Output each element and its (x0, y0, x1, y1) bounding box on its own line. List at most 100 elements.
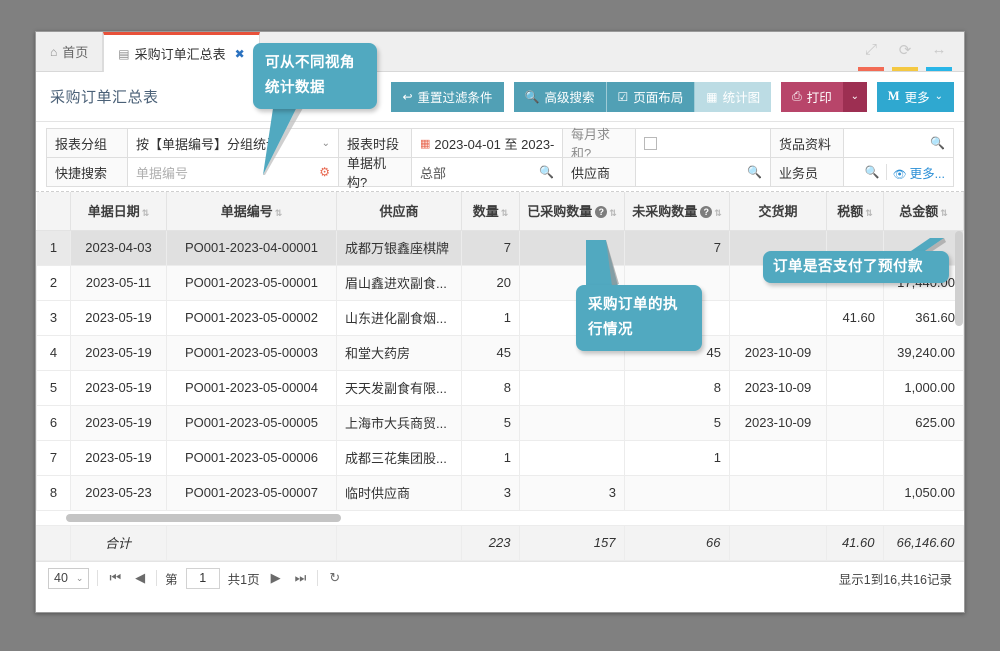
total-tax: 41.60 (826, 525, 883, 560)
table-row[interactable]: 5 2023-05-19 PO001-2023-05-00004 天天发副食有限… (37, 370, 966, 405)
tab-purchase-order-summary[interactable]: ▤ 采购订单汇总表 ✖ (103, 32, 259, 72)
col-unpurchased[interactable]: 未采购数量?⇅ (625, 192, 730, 230)
cell-prepaid (964, 370, 966, 405)
col-delivery[interactable]: 交货期 (730, 192, 827, 230)
cell-tax: 41.60 (827, 300, 884, 335)
search-icon[interactable]: 🔍 (865, 165, 880, 179)
toolbar: ↩ 重置过滤条件 🔍 高级搜索 ☑ 页面布局 ▦ 统计图 ⎙ 打印 (391, 82, 954, 112)
page-layout-button[interactable]: ☑ 页面布局 (607, 82, 696, 112)
cell-date: 2023-04-03 (71, 230, 167, 265)
col-no-label: 单据编号 (221, 204, 273, 219)
refresh-button[interactable]: ⟳ (888, 32, 922, 71)
cell-unpurchased: 8 (625, 370, 730, 405)
sort-icon[interactable]: ⇅ (714, 208, 722, 218)
sort-icon[interactable]: ⇅ (501, 208, 509, 218)
search-icon[interactable]: 🔍 (747, 165, 762, 179)
more-button[interactable]: M 更多 ⌄ (877, 82, 954, 112)
vertical-scrollbar[interactable] (955, 231, 963, 509)
refresh-page-button[interactable]: ↻ (326, 570, 343, 586)
page-size-value: 40 (54, 571, 68, 585)
total-label: 合计 (70, 525, 166, 560)
last-page-button[interactable]: ⏭ (292, 570, 310, 586)
sort-icon[interactable]: ⇅ (609, 208, 617, 218)
doc-org-input[interactable]: 总部 🔍 (411, 157, 563, 187)
cell-prepaid (964, 230, 966, 265)
expand-icon: ⤢ (865, 32, 877, 67)
next-page-button[interactable]: ▶ (268, 570, 284, 586)
cell-unpurchased: 5 (625, 405, 730, 440)
col-purchased[interactable]: 已采购数量?⇅ (520, 192, 625, 230)
print-button[interactable]: ⎙ 打印 (781, 82, 843, 112)
goods-input[interactable]: 🔍 (843, 128, 954, 158)
cell-prepaid (964, 405, 966, 440)
cell-no: PO001-2023-05-00005 (167, 405, 337, 440)
horizontal-scrollbar-thumb[interactable] (66, 514, 341, 522)
cell-no: PO001-2023-05-00004 (167, 370, 337, 405)
print-dropdown-button[interactable]: ⌄ (843, 82, 867, 112)
cell-no: PO001-2023-05-00003 (167, 335, 337, 370)
table-row[interactable]: 4 2023-05-19 PO001-2023-05-00003 和堂大药房 4… (37, 335, 966, 370)
tab-home[interactable]: ⌂ 首页 (36, 32, 103, 71)
cell-qty: 5 (462, 405, 520, 440)
search-icon[interactable]: 🔍 (539, 165, 554, 179)
first-page-button[interactable]: ⏮ (106, 570, 124, 586)
help-icon[interactable]: ? (595, 206, 607, 218)
report-period-input[interactable]: ▦ 2023-04-01 至 2023-05... (411, 128, 563, 158)
resize-horizontal-button[interactable]: ↔ (922, 32, 956, 71)
resize-horizontal-icon: ↔ (932, 32, 947, 67)
total-table: 合计 223 157 66 41.60 66,146.60 0 (36, 525, 965, 561)
col-supplier[interactable]: 供应商 (337, 192, 462, 230)
cell-date: 2023-05-11 (71, 265, 167, 300)
page-total-label: 共1页 (228, 569, 260, 588)
cell-qty: 20 (462, 265, 520, 300)
sort-icon[interactable]: ⇅ (865, 208, 873, 218)
col-date[interactable]: 单据日期⇅ (71, 192, 167, 230)
callout-execution: 采购订单的执 行情况 (576, 285, 702, 351)
advanced-search-button[interactable]: 🔍 高级搜索 (514, 82, 607, 112)
expand-button[interactable]: ⤢ (854, 32, 888, 71)
help-icon[interactable]: ? (700, 206, 712, 218)
page-number-input[interactable]: 1 (186, 568, 220, 589)
sort-icon[interactable]: ⇅ (940, 208, 948, 218)
close-icon[interactable]: ✖ (235, 47, 245, 61)
col-date-label: 单据日期 (88, 204, 140, 219)
vertical-scrollbar-thumb[interactable] (955, 231, 963, 326)
col-tax[interactable]: 税额⇅ (827, 192, 884, 230)
cell-tax (827, 440, 884, 475)
table-row[interactable]: 6 2023-05-19 PO001-2023-05-00005 上海市大兵商贸… (37, 405, 966, 440)
prev-page-button[interactable]: ◀ (132, 570, 148, 586)
col-total[interactable]: 总金额⇅ (884, 192, 964, 230)
cell-tax (827, 475, 884, 510)
sort-icon[interactable]: ⇅ (142, 208, 150, 218)
monthly-sum-label: 每月求和? (562, 128, 636, 158)
search-icon[interactable]: 🔍 (930, 136, 945, 150)
cell-date: 2023-05-19 (71, 300, 167, 335)
divider (886, 164, 887, 180)
clerk-input[interactable]: 🔍 👁更多... (843, 157, 954, 187)
table-row[interactable]: 8 2023-05-23 PO001-2023-05-00007 临时供应商 3… (37, 475, 966, 510)
total-purchased: 157 (519, 525, 624, 560)
horizontal-scrollbar[interactable] (36, 511, 964, 525)
col-qty[interactable]: 数量⇅ (462, 192, 520, 230)
col-index (37, 192, 71, 230)
monthly-sum-checkbox[interactable] (644, 137, 657, 150)
supplier-input[interactable]: 🔍 (635, 157, 771, 187)
table-row[interactable]: 7 2023-05-19 PO001-2023-05-00006 成都三花集团股… (37, 440, 966, 475)
cell-tax (827, 370, 884, 405)
resize-underline (926, 67, 952, 71)
col-prepaid[interactable]: 已预付金额? (964, 192, 966, 230)
more-filters-link[interactable]: 👁更多... (893, 163, 945, 182)
col-qty-label: 数量 (473, 204, 499, 219)
table-row[interactable]: 3 2023-05-19 PO001-2023-05-00002 山东进化副食烟… (37, 300, 966, 335)
cell-qty: 3 (462, 475, 520, 510)
reset-filters-button[interactable]: ↩ 重置过滤条件 (391, 82, 503, 112)
advanced-search-label: 高级搜索 (545, 87, 595, 106)
col-total-label: 总金额 (899, 204, 938, 219)
monthly-sum-checkbox-cell[interactable] (635, 128, 771, 158)
quick-search-label: 快捷搜索 (46, 157, 128, 187)
sort-icon[interactable]: ⇅ (275, 208, 283, 218)
chart-button[interactable]: ▦ 统计图 (695, 82, 771, 112)
row-index: 1 (37, 230, 71, 265)
col-no[interactable]: 单据编号⇅ (167, 192, 337, 230)
page-size-select[interactable]: 40 ⌄ (48, 568, 89, 589)
